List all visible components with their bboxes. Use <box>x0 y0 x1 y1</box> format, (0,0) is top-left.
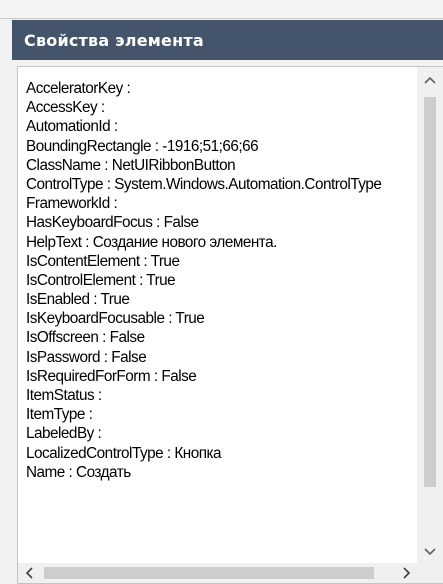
property-row[interactable]: AutomationId : <box>26 117 426 136</box>
vertical-scrollbar[interactable] <box>417 67 443 565</box>
property-row[interactable]: HelpText : Создание нового элемента. <box>26 233 426 252</box>
scroll-down-button[interactable] <box>417 539 443 565</box>
property-row[interactable]: IsContentElement : True <box>26 252 426 271</box>
vertical-scroll-thumb[interactable] <box>424 97 436 487</box>
property-row[interactable]: LocalizedControlType : Кнопка <box>26 444 426 463</box>
property-row[interactable]: IsPassword : False <box>26 348 426 367</box>
scroll-up-button[interactable] <box>417 67 443 93</box>
chevron-up-icon <box>424 76 436 84</box>
property-row[interactable]: IsEnabled : True <box>26 290 426 309</box>
property-row[interactable]: IsKeyboardFocusable : True <box>26 309 426 328</box>
panel-title: Свойства элемента <box>24 30 204 50</box>
property-row[interactable]: LabeledBy : <box>26 424 426 443</box>
chevron-right-icon <box>403 567 411 579</box>
properties-panel[interactable]: AcceleratorKey : AccessKey : AutomationId … <box>17 66 443 584</box>
property-row[interactable]: AccessKey : <box>26 98 426 117</box>
element-properties-window: Свойства элемента AcceleratorKey : Access… <box>0 0 443 584</box>
panel-header: Свойства элемента <box>12 20 443 60</box>
property-row[interactable]: HasKeyboardFocus : False <box>26 213 426 232</box>
properties-list[interactable]: AcceleratorKey : AccessKey : AutomationId … <box>26 79 426 559</box>
property-row[interactable]: Name : Создать <box>26 463 426 482</box>
scrollbar-corner <box>417 563 443 583</box>
scroll-left-button[interactable] <box>18 563 40 583</box>
chevron-left-icon <box>25 567 33 579</box>
chevron-down-icon <box>424 548 436 556</box>
property-row[interactable]: ClassName : NetUIRibbonButton <box>26 156 426 175</box>
property-row[interactable]: BoundingRectangle : -1916;51;66;66 <box>26 137 426 156</box>
property-row[interactable]: FrameworkId : <box>26 194 426 213</box>
horizontal-scrollbar[interactable] <box>18 563 418 583</box>
property-row[interactable]: IsOffscreen : False <box>26 328 426 347</box>
property-row[interactable]: ControlType : System.Windows.Automation.… <box>26 175 426 194</box>
property-row[interactable]: ItemType : <box>26 405 426 424</box>
window-top-strip <box>0 0 443 19</box>
property-row[interactable]: AcceleratorKey : <box>26 79 426 98</box>
horizontal-scroll-thumb[interactable] <box>44 567 374 579</box>
scroll-right-button[interactable] <box>396 563 418 583</box>
property-row[interactable]: IsControlElement : True <box>26 271 426 290</box>
property-row[interactable]: IsRequiredForForm : False <box>26 367 426 386</box>
property-row[interactable]: ItemStatus : <box>26 386 426 405</box>
